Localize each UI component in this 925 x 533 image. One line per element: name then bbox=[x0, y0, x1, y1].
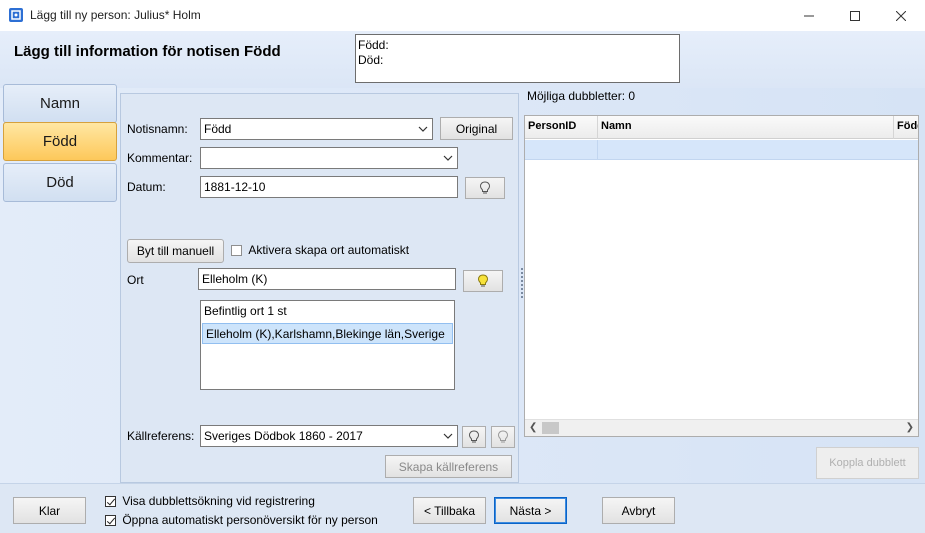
column-header-personid[interactable]: PersonID bbox=[525, 116, 598, 139]
oppna-oversikt-checkbox-row[interactable]: Öppna automatiskt personöversikt för ny … bbox=[105, 513, 378, 527]
kallreferens-hint2-button[interactable] bbox=[491, 426, 515, 448]
notisnamn-value: Född bbox=[204, 122, 232, 136]
datum-hint-button[interactable] bbox=[465, 177, 505, 199]
scroll-thumb[interactable] bbox=[542, 422, 559, 434]
tillbaka-button[interactable]: < Tillbaka bbox=[413, 497, 486, 524]
maximize-button[interactable] bbox=[832, 0, 878, 31]
koppla-dubblett-button[interactable]: Koppla dubblett bbox=[816, 447, 919, 479]
ort-list[interactable]: Befintlig ort 1 st Elleholm (K),Karlsham… bbox=[200, 300, 455, 390]
aktivera-ort-checkbox[interactable] bbox=[231, 245, 242, 257]
kommentar-label: Kommentar: bbox=[127, 151, 193, 165]
ort-hint-button[interactable] bbox=[463, 270, 503, 292]
visa-dubblett-checkbox[interactable] bbox=[105, 496, 116, 508]
scroll-right-icon[interactable]: ❯ bbox=[906, 422, 914, 433]
aktivera-ort-label: Aktivera skapa ort automatiskt bbox=[248, 243, 410, 257]
title-bar: Lägg till ny person: Julius* Holm bbox=[0, 0, 925, 31]
aktivera-ort-checkbox-row[interactable]: Aktivera skapa ort automatiskt bbox=[231, 243, 409, 257]
grid-header: PersonID Namn Född bbox=[525, 116, 918, 139]
tab-label: Född bbox=[42, 133, 78, 150]
minimize-icon bbox=[804, 15, 814, 16]
window-title: Lägg till ny person: Julius* Holm bbox=[30, 8, 201, 22]
oppna-oversikt-checkbox[interactable] bbox=[105, 515, 116, 527]
summary-box: Född: Död: bbox=[355, 34, 680, 83]
kallreferens-label: Källreferens: bbox=[127, 429, 195, 443]
duplicates-grid[interactable]: PersonID Namn Född ❮ ❯ bbox=[524, 115, 919, 437]
scroll-left-icon[interactable]: ❮ bbox=[529, 422, 537, 433]
chevron-down-icon bbox=[443, 155, 453, 161]
kallreferens-combo[interactable]: Sveriges Dödbok 1860 - 2017 bbox=[200, 425, 458, 447]
kommentar-combo[interactable] bbox=[200, 147, 458, 169]
page-title: Lägg till information för notisen Född bbox=[14, 43, 281, 60]
splitter-handle[interactable] bbox=[521, 268, 523, 298]
visa-dubblett-checkbox-row[interactable]: Visa dubblettsökning vid registrering bbox=[105, 494, 315, 508]
lightbulb-icon bbox=[497, 430, 509, 443]
lightbulb-icon bbox=[477, 274, 489, 287]
chevron-down-icon bbox=[443, 433, 453, 439]
chevron-down-icon bbox=[418, 126, 428, 132]
table-row[interactable] bbox=[525, 140, 918, 160]
tab-fodd[interactable]: Född bbox=[3, 122, 117, 161]
close-button[interactable] bbox=[878, 0, 924, 31]
header: Lägg till information för notisen Född F… bbox=[0, 31, 925, 88]
datum-input[interactable]: 1881-12-10 bbox=[200, 176, 458, 198]
notisnamn-combo[interactable]: Född bbox=[200, 118, 433, 140]
close-icon bbox=[896, 10, 906, 21]
column-header-namn[interactable]: Namn bbox=[598, 116, 894, 139]
row-divider bbox=[597, 140, 598, 160]
minimize-button[interactable] bbox=[786, 0, 832, 31]
tab-label: Död bbox=[46, 174, 74, 191]
tab-label: Namn bbox=[39, 95, 80, 112]
nasta-button[interactable]: Nästa > bbox=[494, 497, 567, 524]
ort-label: Ort bbox=[127, 273, 144, 287]
klar-button[interactable]: Klar bbox=[13, 497, 86, 524]
summary-line-dod: Död: bbox=[358, 53, 384, 67]
ort-input[interactable]: Elleholm (K) bbox=[198, 268, 456, 290]
horizontal-scrollbar[interactable]: ❮ ❯ bbox=[525, 419, 918, 436]
kallreferens-hint-button[interactable] bbox=[462, 426, 486, 448]
lightbulb-icon bbox=[468, 430, 480, 443]
datum-label: Datum: bbox=[127, 180, 166, 194]
duplicates-label: Möjliga dubbletter: 0 bbox=[527, 89, 636, 103]
lightbulb-icon bbox=[479, 181, 491, 194]
tab-namn[interactable]: Namn bbox=[3, 84, 117, 123]
byt-till-manuell-button[interactable]: Byt till manuell bbox=[127, 239, 224, 263]
tab-dod[interactable]: Död bbox=[3, 163, 117, 202]
app-icon bbox=[9, 8, 23, 22]
oppna-oversikt-label: Öppna automatiskt personöversikt för ny … bbox=[122, 513, 378, 527]
kallreferens-value: Sveriges Dödbok 1860 - 2017 bbox=[204, 429, 363, 443]
list-item[interactable]: Elleholm (K),Karlshamn,Blekinge län,Sver… bbox=[202, 323, 453, 344]
visa-dubblett-label: Visa dubblettsökning vid registrering bbox=[122, 494, 315, 508]
maximize-icon bbox=[850, 10, 860, 21]
list-item[interactable]: Befintlig ort 1 st bbox=[201, 301, 454, 322]
avbryt-button[interactable]: Avbryt bbox=[602, 497, 675, 524]
summary-line-fodd: Född: bbox=[358, 38, 389, 52]
notisnamn-label: Notisnamn: bbox=[127, 122, 188, 136]
column-header-fodd[interactable]: Född bbox=[894, 116, 918, 139]
skapa-kallreferens-button[interactable]: Skapa källreferens bbox=[385, 455, 512, 478]
original-button[interactable]: Original bbox=[440, 117, 513, 140]
